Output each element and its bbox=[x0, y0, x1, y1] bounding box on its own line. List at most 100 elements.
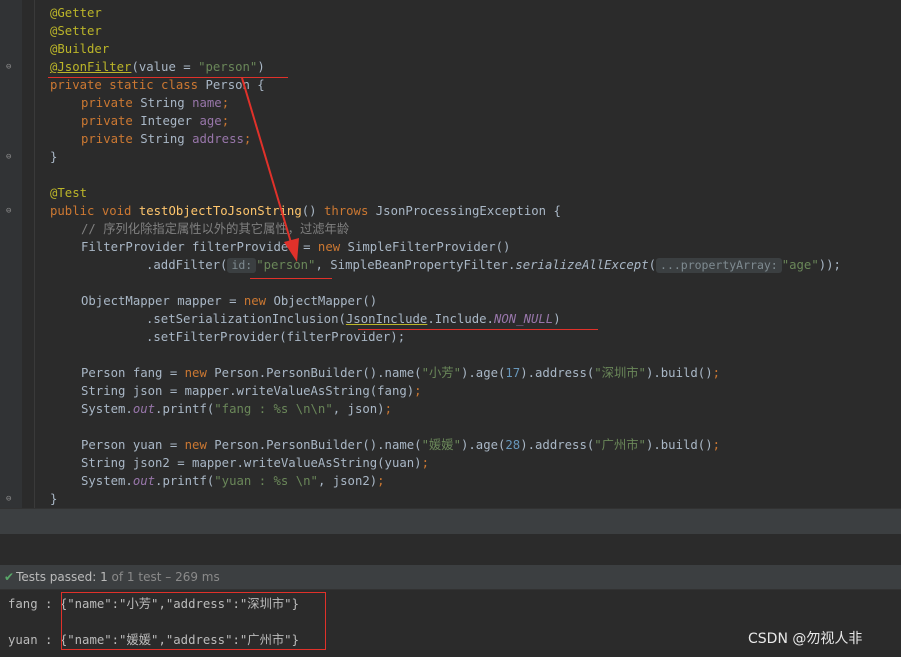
number-literal: 28 bbox=[505, 438, 521, 452]
code-text: ) bbox=[553, 312, 561, 326]
number-literal: 17 bbox=[505, 366, 521, 380]
code-line: Person fang = new Person.PersonBuilder()… bbox=[81, 364, 720, 382]
check-icon: ✔ bbox=[4, 570, 15, 584]
keyword: private bbox=[81, 96, 141, 110]
code-text: Person yuan = bbox=[81, 438, 185, 452]
keyword: new bbox=[243, 294, 274, 308]
code-line: System.out.printf("yuan : %s \n", json2)… bbox=[81, 472, 385, 490]
code-text: ObjectMapper mapper = bbox=[81, 294, 244, 308]
test-status-bar: ✔ Tests passed: 1 of 1 test – 269 ms bbox=[0, 565, 901, 590]
highlight-underline bbox=[48, 77, 288, 78]
keyword: new bbox=[184, 438, 215, 452]
enum-constant: NON_NULL bbox=[493, 312, 554, 326]
panel-divider[interactable] bbox=[0, 508, 901, 535]
code-line: Person yuan = new Person.PersonBuilder()… bbox=[81, 436, 720, 454]
code-text: ).build() bbox=[645, 438, 713, 452]
code-text: .setFilterProvider(filterProvider); bbox=[146, 330, 406, 344]
code-line: .setFilterProvider(filterProvider); bbox=[146, 328, 405, 346]
code-text: ; bbox=[221, 96, 230, 110]
parameter-hint: ...propertyArray: bbox=[656, 258, 782, 273]
code-text: System. bbox=[81, 474, 133, 488]
code-text: ; bbox=[243, 132, 252, 146]
code-text: ).address( bbox=[520, 438, 595, 452]
field-name: address bbox=[192, 132, 244, 146]
status-count: 1 bbox=[100, 570, 108, 584]
class-name: JsonInclude bbox=[345, 312, 428, 326]
string-literal: "person" bbox=[198, 60, 258, 74]
code-text: ( bbox=[648, 258, 657, 272]
code-text: , SimpleBeanPropertyFilter. bbox=[315, 258, 516, 272]
string-literal: "媛媛" bbox=[421, 438, 461, 452]
output-label: fang : bbox=[8, 597, 60, 611]
code-text: SimpleFilterProvider() bbox=[347, 240, 511, 254]
code-text: Person { bbox=[205, 78, 265, 92]
code-line: private String name; bbox=[81, 94, 229, 112]
keyword: new bbox=[184, 366, 215, 380]
code-line: String json2 = mapper.writeValueAsString… bbox=[81, 454, 429, 472]
code-text: (value = bbox=[131, 60, 199, 74]
code-line: @Getter bbox=[50, 4, 102, 22]
fold-marker[interactable]: ⊖ bbox=[6, 490, 11, 508]
code-editor[interactable]: ⊖ ⊖ ⊖ ⊖ @Getter @Setter @Builder @JsonFi… bbox=[0, 0, 901, 508]
test-status: ✔ Tests passed: 1 of 1 test – 269 ms bbox=[4, 568, 220, 586]
fold-marker[interactable]: ⊖ bbox=[6, 58, 11, 76]
code-line: private static class Person { bbox=[50, 76, 265, 94]
annotation: @Setter bbox=[50, 24, 102, 38]
keyword: private bbox=[81, 132, 141, 146]
code-line: .addFilter(id: "person", SimpleBeanProper… bbox=[146, 256, 841, 274]
code-text: ; bbox=[421, 456, 429, 470]
code-text: ) bbox=[257, 60, 265, 74]
code-text: .setSerializationInclusion( bbox=[146, 312, 346, 326]
code-text: String json = mapper.writeValueAsString(… bbox=[81, 384, 415, 398]
field-name: out bbox=[132, 474, 156, 488]
annotation: @Test bbox=[50, 186, 88, 200]
code-text: String json2 = mapper.writeValueAsString… bbox=[81, 456, 422, 470]
string-literal: "深圳市" bbox=[594, 366, 646, 380]
fold-guide bbox=[34, 0, 35, 508]
code-text: ).build() bbox=[645, 366, 713, 380]
code-text: Person.PersonBuilder().name( bbox=[214, 438, 422, 452]
keyword: private bbox=[81, 114, 141, 128]
keyword: public void bbox=[50, 204, 139, 218]
code-line: } bbox=[50, 490, 57, 508]
code-text: ).age( bbox=[460, 366, 506, 380]
code-line: System.out.printf("fang : %s \n\n", json… bbox=[81, 400, 392, 418]
code-line: private String address; bbox=[81, 130, 251, 148]
code-line: @Test bbox=[50, 184, 87, 202]
code-text: .Include. bbox=[427, 312, 494, 326]
method-name: serializeAllExcept bbox=[515, 258, 649, 272]
highlight-box bbox=[61, 592, 326, 650]
code-line: private Integer age; bbox=[81, 112, 229, 130]
code-text: } bbox=[50, 492, 58, 506]
code-text: System. bbox=[81, 402, 133, 416]
code-text: ; bbox=[414, 384, 422, 398]
gutter bbox=[0, 0, 22, 508]
code-text: String bbox=[140, 132, 193, 146]
field-name: out bbox=[132, 402, 156, 416]
code-text: , json2) bbox=[317, 474, 378, 488]
code-text: , json) bbox=[332, 402, 385, 416]
code-line: String json = mapper.writeValueAsString(… bbox=[81, 382, 422, 400]
annotation: @Getter bbox=[50, 6, 102, 20]
code-text: () bbox=[301, 204, 324, 218]
status-total: of 1 test bbox=[107, 570, 162, 584]
highlight-underline bbox=[250, 278, 332, 279]
keyword: private static class bbox=[50, 78, 206, 92]
code-text: .printf( bbox=[155, 474, 215, 488]
status-duration: – 269 ms bbox=[161, 570, 220, 584]
fold-marker[interactable]: ⊖ bbox=[6, 202, 11, 220]
code-text: ObjectMapper() bbox=[273, 294, 378, 308]
field-name: name bbox=[192, 96, 222, 110]
annotation: @Builder bbox=[50, 42, 110, 56]
string-literal: "yuan : %s \n" bbox=[214, 474, 318, 488]
fold-marker[interactable]: ⊖ bbox=[6, 148, 11, 166]
string-literal: "age" bbox=[781, 258, 819, 272]
code-line: } bbox=[50, 148, 57, 166]
code-text: ).age( bbox=[460, 438, 506, 452]
code-line: @Setter bbox=[50, 22, 102, 40]
highlight-underline bbox=[358, 329, 598, 330]
parameter-hint: id: bbox=[227, 258, 257, 273]
code-line: @Builder bbox=[50, 40, 109, 58]
status-label: Tests passed: bbox=[16, 570, 101, 584]
watermark: CSDN @勿视人非 bbox=[748, 631, 863, 647]
